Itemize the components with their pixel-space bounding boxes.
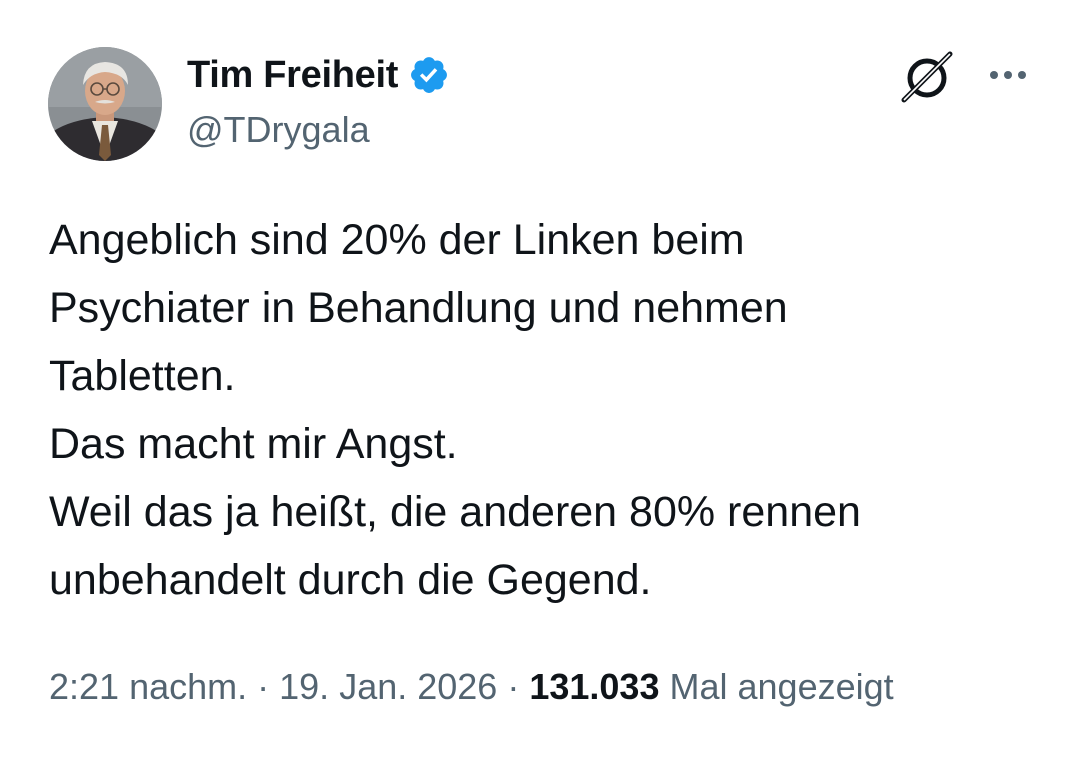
grok-icon[interactable] (898, 48, 956, 106)
tweet-time[interactable]: 2:21 nachm. (49, 666, 247, 707)
author-handle[interactable]: @TDrygala (187, 109, 370, 151)
meta-separator: · (257, 666, 280, 707)
avatar-photo (48, 47, 162, 161)
tweet-text-line: Angeblich sind 20% der Linken beim (49, 216, 745, 264)
profile-avatar[interactable] (48, 47, 162, 161)
tweet-text-line: Weil das ja heißt, die anderen 80% renne… (49, 488, 861, 536)
more-options-icon[interactable] (986, 60, 1030, 90)
tweet-metadata: 2:21 nachm. · 19. Jan. 2026 · 131.033 Ma… (49, 666, 894, 708)
views-label: Mal angezeigt (669, 666, 894, 707)
tweet-text-line: unbehandelt durch die Gegend. (49, 556, 652, 604)
tweet-text-line: Das macht mir Angst. (49, 420, 458, 468)
tweet-date[interactable]: 19. Jan. 2026 (279, 666, 497, 707)
tweet-text-line: Tabletten. (49, 352, 236, 400)
meta-separator: · (507, 666, 530, 707)
views-count: 131.033 (529, 666, 660, 707)
tweet-text-line: Psychiater in Behandlung und nehmen (49, 284, 788, 332)
author-name-row: Tim Freiheit (187, 52, 450, 98)
tweet-text: Angeblich sind 20% der Linken beim Psych… (49, 206, 1049, 614)
tweet-card: Tim Freiheit @TDrygala Angeblich sind 20… (0, 0, 1080, 757)
verified-badge-icon (408, 54, 450, 96)
author-display-name[interactable]: Tim Freiheit (187, 54, 398, 97)
